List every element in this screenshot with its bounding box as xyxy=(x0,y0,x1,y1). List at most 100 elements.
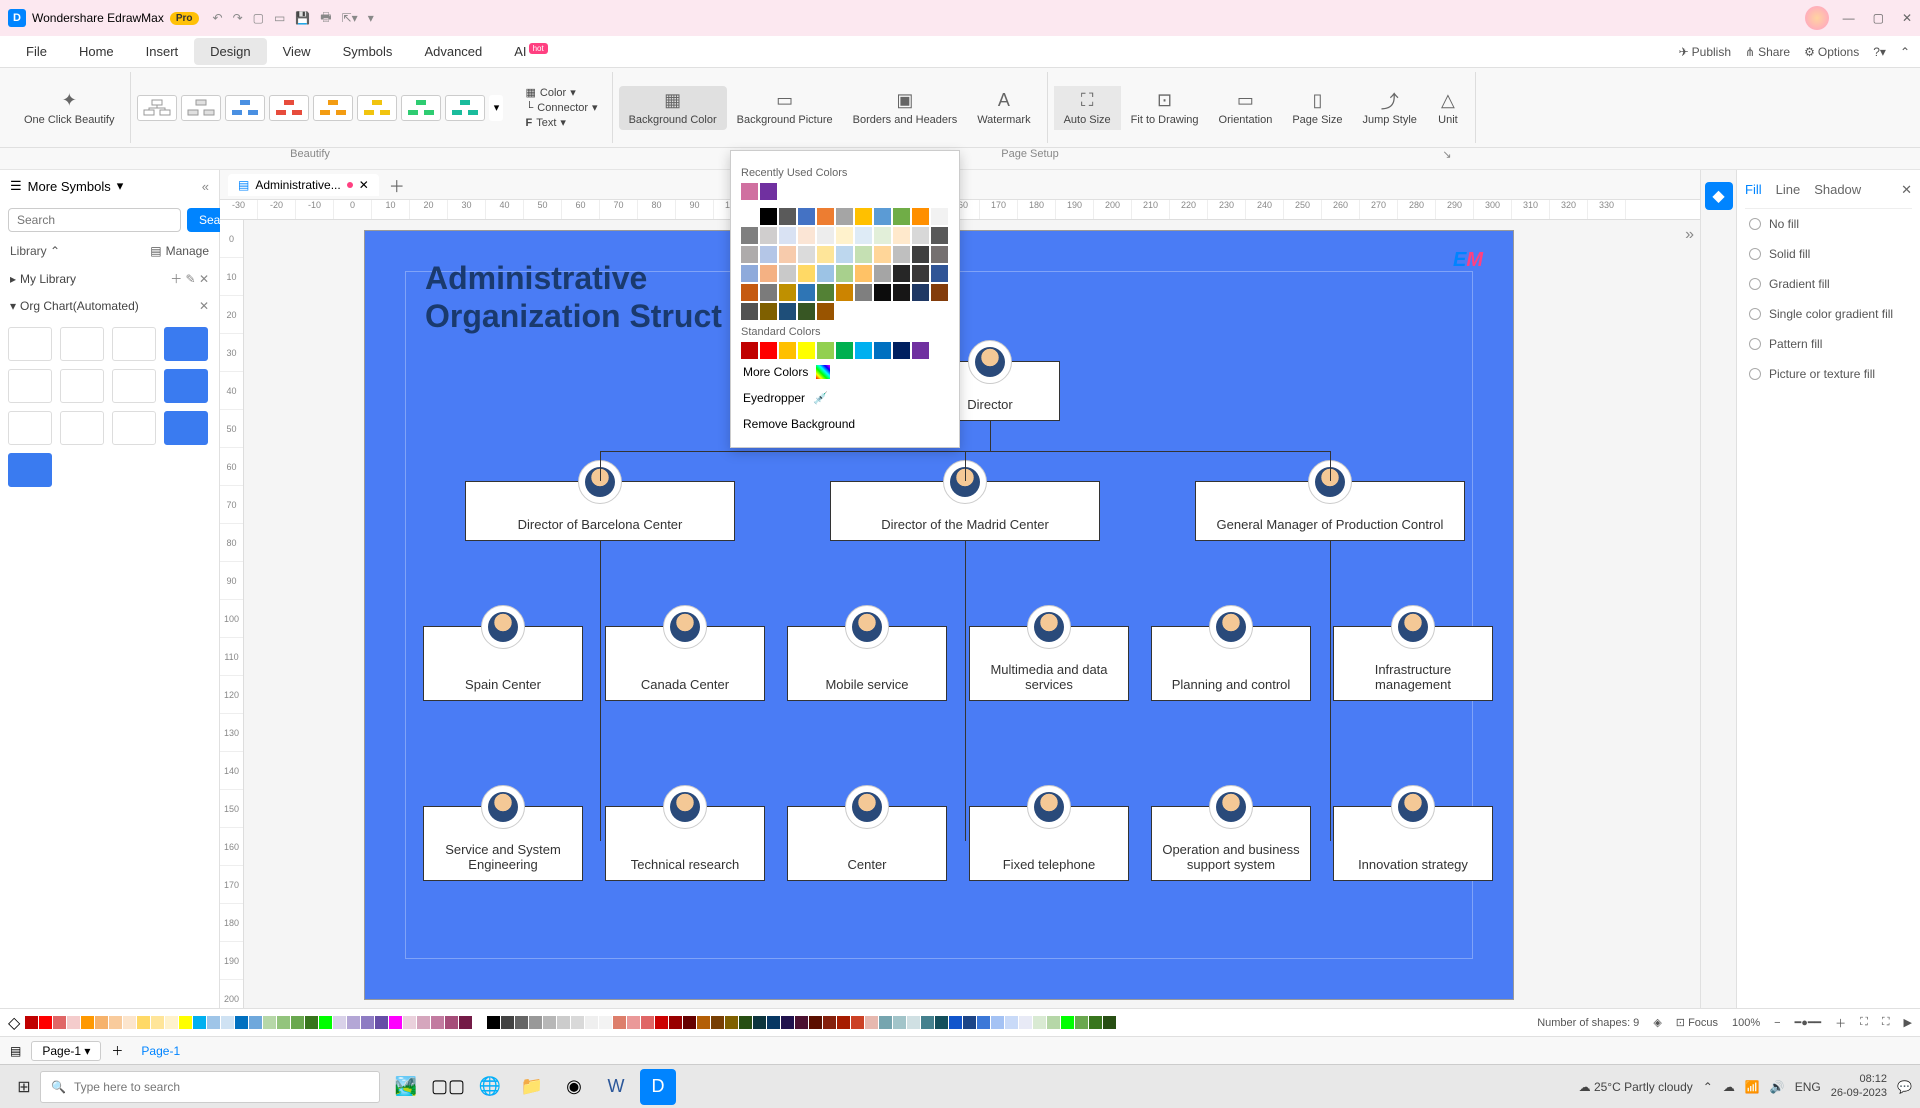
color-swatch[interactable] xyxy=(741,265,758,282)
palette-swatch[interactable] xyxy=(137,1016,150,1029)
zoom-out-icon[interactable]: − xyxy=(1774,1017,1780,1029)
palette-swatch[interactable] xyxy=(221,1016,234,1029)
palette-swatch[interactable] xyxy=(193,1016,206,1029)
org-node[interactable]: Center xyxy=(787,806,947,881)
color-swatch[interactable] xyxy=(741,208,758,225)
fill-option[interactable]: Pattern fill xyxy=(1745,329,1912,359)
color-swatch[interactable] xyxy=(798,208,815,225)
palette-swatch[interactable] xyxy=(921,1016,934,1029)
palette-swatch[interactable] xyxy=(753,1016,766,1029)
palette-swatch[interactable] xyxy=(1061,1016,1074,1029)
expand-right-panel-icon[interactable]: » xyxy=(1685,226,1694,244)
color-swatch[interactable] xyxy=(912,246,929,263)
more-colors-button[interactable]: More Colors xyxy=(741,359,949,385)
close-icon[interactable]: ✕ xyxy=(1902,11,1912,25)
pagesetup-launcher-icon[interactable]: ↘ xyxy=(1440,148,1454,169)
tray-onedrive-icon[interactable]: ☁ xyxy=(1723,1080,1735,1094)
color-swatch[interactable] xyxy=(779,265,796,282)
palette-swatch[interactable] xyxy=(291,1016,304,1029)
palette-swatch[interactable] xyxy=(977,1016,990,1029)
color-swatch[interactable] xyxy=(931,227,948,244)
palette-swatch[interactable] xyxy=(725,1016,738,1029)
maximize-icon[interactable]: ▢ xyxy=(1873,11,1884,25)
theme-preset[interactable] xyxy=(137,95,177,121)
color-swatch[interactable] xyxy=(855,284,872,301)
share-button[interactable]: ⋔ Share xyxy=(1745,45,1790,59)
palette-swatch[interactable] xyxy=(767,1016,780,1029)
eyedropper-button[interactable]: Eyedropper 💉 xyxy=(741,385,949,411)
org-node[interactable]: Canada Center xyxy=(605,626,765,701)
color-swatch[interactable] xyxy=(855,342,872,359)
color-swatch[interactable] xyxy=(760,227,777,244)
color-swatch[interactable] xyxy=(874,265,891,282)
user-avatar[interactable] xyxy=(1805,6,1829,30)
color-swatch[interactable] xyxy=(874,227,891,244)
palette-swatch[interactable] xyxy=(417,1016,430,1029)
color-swatch[interactable] xyxy=(912,208,929,225)
notifications-icon[interactable]: 💬 xyxy=(1897,1080,1912,1094)
open-icon[interactable]: ▭ xyxy=(274,11,285,25)
palette-swatch[interactable] xyxy=(347,1016,360,1029)
tray-chevron-icon[interactable]: ⌃ xyxy=(1703,1080,1713,1094)
fit-page-icon[interactable]: ⛶ xyxy=(1860,1016,1868,1029)
color-swatch[interactable] xyxy=(779,208,796,225)
color-swatch[interactable] xyxy=(760,208,777,225)
palette-swatch[interactable] xyxy=(543,1016,556,1029)
color-swatch[interactable] xyxy=(798,265,815,282)
color-swatch[interactable] xyxy=(893,227,910,244)
color-swatch[interactable] xyxy=(779,284,796,301)
fill-option[interactable]: No fill xyxy=(1745,209,1912,239)
palette-swatch[interactable] xyxy=(1089,1016,1102,1029)
color-swatch[interactable] xyxy=(855,265,872,282)
palette-swatch[interactable] xyxy=(809,1016,822,1029)
start-button[interactable]: ⊞ xyxy=(8,1071,40,1103)
org-node[interactable]: Mobile service xyxy=(787,626,947,701)
color-swatch[interactable] xyxy=(741,246,758,263)
palette-swatch[interactable] xyxy=(305,1016,318,1029)
palette-swatch[interactable] xyxy=(67,1016,80,1029)
menu-advanced[interactable]: Advanced xyxy=(408,38,498,65)
palette-swatch[interactable] xyxy=(585,1016,598,1029)
redo-icon[interactable]: ↷ xyxy=(233,11,243,25)
color-swatch[interactable] xyxy=(760,303,777,320)
theme-preset[interactable] xyxy=(313,95,353,121)
color-swatch[interactable] xyxy=(760,183,777,200)
options-button[interactable]: ⚙ Options xyxy=(1804,45,1859,59)
color-swatch[interactable] xyxy=(912,265,929,282)
menu-insert[interactable]: Insert xyxy=(130,38,195,65)
palette-swatch[interactable] xyxy=(655,1016,668,1029)
theme-preset[interactable] xyxy=(181,95,221,121)
palette-swatch[interactable] xyxy=(1047,1016,1060,1029)
zoom-slider[interactable]: ━●━━ xyxy=(1795,1016,1822,1029)
color-swatch[interactable] xyxy=(741,303,758,320)
remove-background-button[interactable]: Remove Background xyxy=(741,411,949,437)
tray-language[interactable]: ENG xyxy=(1795,1080,1821,1094)
canvas[interactable]: AdministrativeOrganization Struct EM Dir… xyxy=(244,220,1700,1008)
one-click-beautify-button[interactable]: ✦ One Click Beautify xyxy=(14,86,124,130)
palette-swatch[interactable] xyxy=(851,1016,864,1029)
palette-swatch[interactable] xyxy=(249,1016,262,1029)
palette-swatch[interactable] xyxy=(179,1016,192,1029)
unit-button[interactable]: △Unit xyxy=(1427,86,1469,130)
palette-swatch[interactable] xyxy=(445,1016,458,1029)
org-node[interactable]: Multimedia and data services xyxy=(969,626,1129,701)
palette-swatch[interactable] xyxy=(109,1016,122,1029)
color-swatch[interactable] xyxy=(760,246,777,263)
theme-preset[interactable] xyxy=(401,95,441,121)
palette-swatch[interactable] xyxy=(403,1016,416,1029)
page-size-button[interactable]: ▯Page Size xyxy=(1282,86,1352,130)
palette-swatch[interactable] xyxy=(151,1016,164,1029)
palette-swatch[interactable] xyxy=(53,1016,66,1029)
org-node[interactable]: Fixed telephone xyxy=(969,806,1129,881)
fill-option[interactable]: Single color gradient fill xyxy=(1745,299,1912,329)
palette-swatch[interactable] xyxy=(459,1016,472,1029)
color-swatch[interactable] xyxy=(741,183,758,200)
export-icon[interactable]: ⇱▾ xyxy=(342,11,358,25)
palette-swatch[interactable] xyxy=(1005,1016,1018,1029)
borders-headers-button[interactable]: ▣Borders and Headers xyxy=(843,86,968,130)
color-swatch[interactable] xyxy=(931,265,948,282)
new-icon[interactable]: ▢ xyxy=(253,11,264,25)
fullscreen-icon[interactable]: ⛶ xyxy=(1882,1016,1890,1029)
taskbar-edrawmax-icon[interactable]: D xyxy=(640,1069,676,1105)
org-node[interactable]: Service and System Engineering xyxy=(423,806,583,881)
